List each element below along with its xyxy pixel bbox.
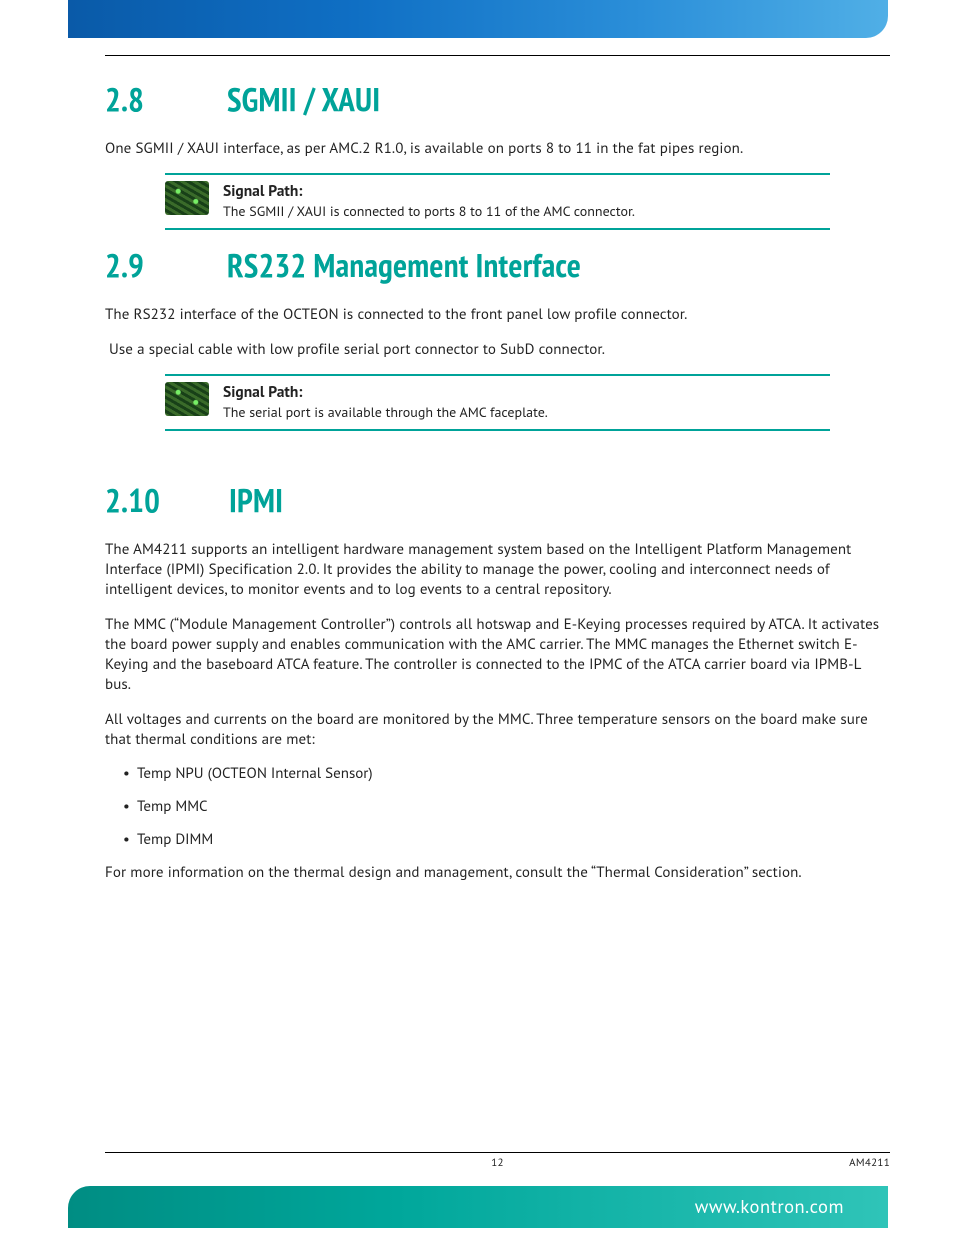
note-label: Signal Path: [223,181,635,201]
note-body: The serial port is available through the… [223,403,548,421]
list-item: Temp DIMM [123,830,890,849]
ipmi-para3: All voltages and currents on the board a… [105,710,890,751]
note-body: The SGMII / XAUI is connected to ports 8… [223,202,635,220]
list-item: Temp NPU (OCTEON Internal Sensor) [123,764,890,783]
note-text-block: Signal Path: The serial port is availabl… [223,382,548,421]
section-title: RS232 Management Interface [227,244,581,287]
ipmi-para1: The AM4211 supports an intelligent hardw… [105,540,890,601]
sgmii-intro: One SGMII / XAUI interface, as per AMC.2… [105,139,890,159]
temp-sensor-list: Temp NPU (OCTEON Internal Sensor) Temp M… [105,764,890,849]
section-number: 2.8 [105,78,187,121]
section-heading-sgmii: 2.8 SGMII / XAUI [105,78,890,121]
note-text-block: Signal Path: The SGMII / XAUI is connect… [223,181,635,220]
bottom-banner: www.kontron.com [68,1186,888,1228]
rs232-para2: Use a special cable with low profile ser… [109,340,890,360]
signal-path-note-sgmii: Signal Path: The SGMII / XAUI is connect… [165,173,830,230]
ipmi-para2: The MMC (“Module Management Controller”)… [105,615,890,696]
footer-url: www.kontron.com [695,1195,844,1219]
section-title: SGMII / XAUI [227,78,380,121]
note-label: Signal Path: [223,382,548,402]
page: 2.8 SGMII / XAUI One SGMII / XAUI interf… [0,0,954,1235]
footer-rule [105,1152,890,1153]
top-banner [68,0,888,38]
section-heading-ipmi: 2.10 IPMI [105,479,890,522]
circuit-icon [165,181,209,215]
rs232-para1: The RS232 interface of the OCTEON is con… [105,305,890,325]
page-number: 12 [491,1156,504,1170]
section-number: 2.9 [105,244,187,287]
circuit-icon [165,382,209,416]
list-item: Temp MMC [123,797,890,816]
top-rule [105,55,890,56]
ipmi-para4: For more information on the thermal desi… [105,863,890,883]
section-title: IPMI [229,479,283,522]
section-heading-rs232: 2.9 RS232 Management Interface [105,244,890,287]
model-label: AM4211 [849,1156,890,1170]
content-area: 2.8 SGMII / XAUI One SGMII / XAUI interf… [105,55,890,897]
signal-path-note-rs232: Signal Path: The serial port is availabl… [165,374,830,431]
section-number: 2.10 [105,479,189,522]
